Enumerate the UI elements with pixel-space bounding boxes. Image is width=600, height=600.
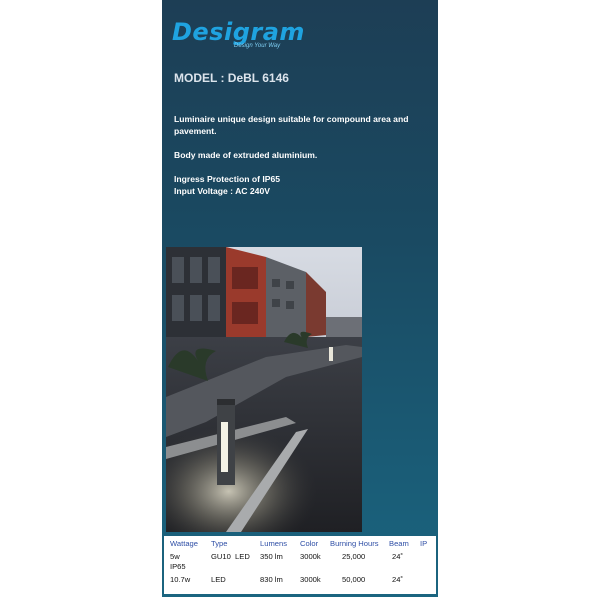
spec-row1-wattage: 5w (170, 552, 180, 561)
spec-header-burning-hours: Burning Hours (330, 539, 379, 548)
model-number: MODEL : DeBL 6146 (174, 71, 289, 85)
spec-row2-lumens: 830 lm (260, 575, 283, 584)
spec-row1-hours: 25,000 (342, 552, 366, 561)
spec-row1-ip: IP65 (170, 562, 186, 571)
spec-row2-type: LED (211, 575, 226, 584)
spec-row2-beam: 24˚ (392, 575, 403, 584)
spec-header-ip: IP (420, 539, 428, 548)
description-ratings: Ingress Protection of IP65 Input Voltage… (174, 174, 281, 196)
brand-tagline: Design Your Way (234, 43, 281, 49)
spec-row2-wattage: 10.7w (170, 575, 191, 584)
spec-header-lumens: Lumens (260, 539, 288, 548)
description-usage: Luminaire unique design suitable for com… (174, 114, 409, 136)
spec-row2-hours: 50,000 (342, 575, 366, 584)
spec-header-type: Type (211, 539, 228, 548)
spec-header-beam: Beam (389, 539, 409, 548)
spec-header-color: Color (300, 539, 319, 548)
spec-row2-color: 3000k (300, 575, 321, 584)
product-description: Luminaire unique design suitable for com… (174, 113, 424, 209)
product-photo-image (166, 247, 362, 532)
spec-header-wattage: Wattage (170, 539, 198, 548)
spec-row1-beam: 24˚ (392, 552, 403, 561)
brand-name: Desigram (172, 18, 305, 46)
spec-table: Wattage Type Lumens Color Burning Hours … (164, 536, 436, 594)
brand-logo: Desigram Design Your Way (172, 18, 305, 49)
product-photo (166, 247, 362, 532)
spec-row1-type: GU10 LED (211, 552, 250, 561)
description-body: Body made of extruded aluminium. (174, 150, 318, 160)
spec-row1-color: 3000k (300, 552, 321, 561)
spec-row1-lumens: 350 lm (260, 552, 283, 561)
product-sheet: Desigram Design Your Way MODEL : DeBL 61… (162, 0, 438, 597)
